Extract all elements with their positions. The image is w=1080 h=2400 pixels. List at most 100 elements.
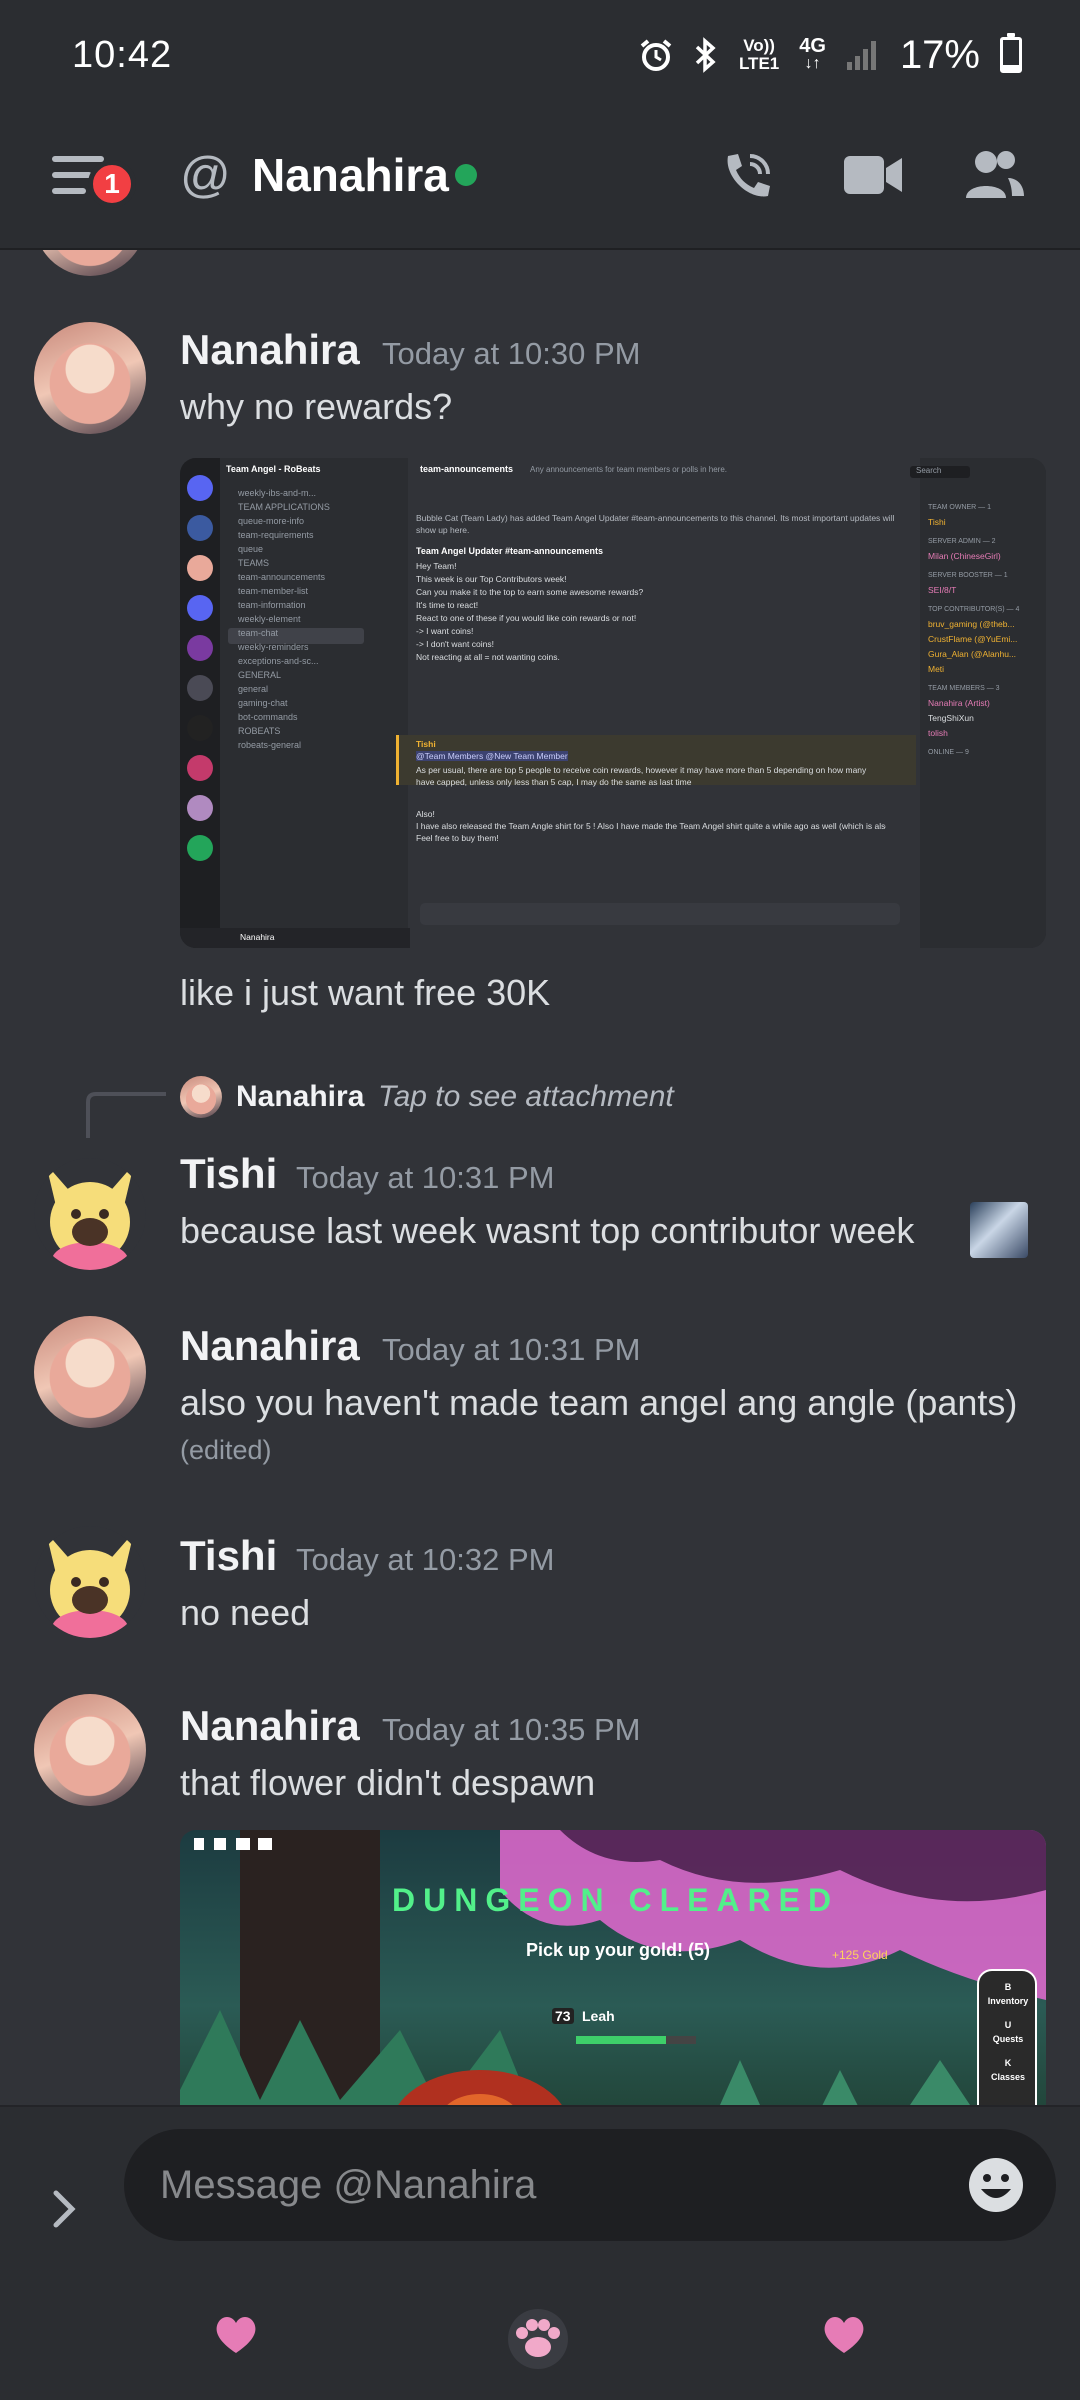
post-author: Team Angel Updater #team-announcements <box>416 546 604 556</box>
post-line: -> I don't want coins! <box>416 639 494 649</box>
channel-item: team-information <box>238 600 306 610</box>
channel-item: weekly-ibs-and-m... <box>238 488 317 498</box>
composer: Message @Nanahira <box>0 2105 1080 2305</box>
menu-key: K <box>1004 2058 1012 2068</box>
status-time: 10:42 <box>72 33 173 76</box>
member-item: SEI/8/T <box>928 585 957 595</box>
custom-emoji[interactable] <box>970 1202 1028 1258</box>
bottom-bar <box>0 2305 1080 2400</box>
post-line: Not reacting at all = not wanting coins. <box>416 652 560 662</box>
volte-indicator: Vo)) LTE1 <box>738 36 780 73</box>
online-status-dot <box>455 164 477 186</box>
member-group-header: ONLINE — 9 <box>928 749 969 756</box>
member-item: CrustFlame (@YuEmi... <box>928 634 1018 644</box>
channel-item: team-chat <box>238 628 279 638</box>
channel-item: TEAMS <box>238 558 270 568</box>
image-attachment[interactable]: DUNGEON CLEARED Pick up your gold! (5) +… <box>180 1830 1046 2105</box>
avatar[interactable] <box>34 1158 146 1270</box>
avatar[interactable] <box>34 1526 146 1638</box>
member-item: Milan (ChineseGirl) <box>928 551 1001 561</box>
message-list[interactable]: Nanahira Today at 10:30 PM why no reward… <box>0 250 1080 2105</box>
post-line: It's time to react! <box>416 600 479 610</box>
channel-item: gaming-chat <box>238 698 288 708</box>
message-text[interactable]: that flower didn't despawn <box>180 1762 595 1804</box>
message-timestamp: Today at 10:32 PM <box>296 1542 555 1577</box>
chat-header: 1 @ Nanahira <box>0 110 1080 250</box>
edited-label: (edited) <box>180 1435 272 1465</box>
member-group-header: TEAM MEMBERS — 3 <box>928 685 1000 692</box>
message-author[interactable]: Tishi <box>180 1532 277 1580</box>
message-text[interactable]: because last week wasnt top contributor … <box>180 1210 914 1252</box>
message-author[interactable]: Nanahira <box>180 326 360 374</box>
message-text[interactable]: also you haven't made team angel ang ang… <box>180 1382 1017 1424</box>
at-icon: @ <box>180 147 231 203</box>
post-line: Hey Team! <box>416 561 457 571</box>
message-timestamp: Today at 10:31 PM <box>296 1160 555 1195</box>
member-item: TengShiXun <box>928 713 974 723</box>
reply-text: As per usual, there are top 5 people to … <box>416 765 867 787</box>
channel-item: weekly-reminders <box>238 642 309 652</box>
status-icons: Vo)) LTE1 4G ↓↑ 17% <box>639 33 1022 78</box>
member-list: TEAM OWNER — 1 Tishi SERVER ADMIN — 2 Milan… <box>928 496 1044 760</box>
member-group-header: SERVER BOOSTER — 1 <box>928 572 1008 579</box>
image-attachment[interactable]: Team Angel - RoBeats team-announcements … <box>180 458 1046 948</box>
heart-icon[interactable] <box>820 2313 868 2357</box>
reply-line: Also! <box>416 809 435 819</box>
reply-mentions: @Team Members @New Team Member <box>416 751 568 761</box>
message-input[interactable]: Message @Nanahira <box>124 2129 1056 2241</box>
bluetooth-icon <box>695 37 716 73</box>
member-item: Gura_Alan (@Alanhu... <box>928 649 1017 659</box>
signal-icon <box>846 41 876 70</box>
channel-item: team-announcements <box>238 572 326 582</box>
status-bar: 10:42 Vo)) LTE1 4G ↓↑ 17% <box>0 0 1080 110</box>
reply-preview[interactable]: Tap to see attachment <box>378 1080 674 1114</box>
reply-author: Tishi <box>416 739 436 749</box>
post-line: React to one of these if you would like … <box>416 613 637 623</box>
paw-icon[interactable] <box>504 2305 572 2369</box>
chevron-right-icon[interactable] <box>52 2189 78 2229</box>
member-group-header: TOP CONTRIBUTOR(S) — 4 <box>928 606 1020 613</box>
avatar[interactable] <box>34 250 146 276</box>
message-author[interactable]: Tishi <box>180 1150 277 1198</box>
alarm-icon <box>640 39 672 71</box>
message-text[interactable]: why no rewards? <box>180 386 452 428</box>
channel-topic: Any announcements for team members or po… <box>530 465 727 474</box>
channel-item: GENERAL <box>238 670 282 680</box>
post-body: Hey Team! This week is our Top Contributo… <box>416 560 886 664</box>
emoji-icon[interactable] <box>966 2155 1026 2215</box>
post-line: This week is our Top Contributors week! <box>416 574 567 584</box>
reply-author[interactable]: Nanahira <box>236 1080 364 1114</box>
avatar[interactable] <box>34 1694 146 1806</box>
avatar[interactable] <box>34 322 146 434</box>
avatar[interactable] <box>34 1316 146 1428</box>
member-item: Nanahira (Artist) <box>928 698 990 708</box>
notification-badge: 1 <box>88 160 136 208</box>
members-icon[interactable] <box>962 148 1026 204</box>
message-text[interactable]: like i just want free 30K <box>180 972 550 1014</box>
message-author[interactable]: Nanahira <box>180 1322 360 1370</box>
message-author[interactable]: Nanahira <box>180 1702 360 1750</box>
message-timestamp: Today at 10:35 PM <box>382 1712 641 1747</box>
channel-item: robeats-general <box>238 740 302 750</box>
channel-item: queue <box>238 544 264 554</box>
message-text[interactable]: no need <box>180 1592 310 1634</box>
channel-item: general <box>238 684 269 694</box>
member-group-header: TEAM OWNER — 1 <box>928 504 992 511</box>
member-item: Tishi <box>928 517 946 527</box>
battery-percent: 17% <box>899 32 980 77</box>
heart-icon[interactable] <box>212 2313 260 2357</box>
channel-item: TEAM APPLICATIONS <box>238 502 330 512</box>
channel-item: queue-more-info <box>238 516 305 526</box>
reply-line: Feel free to buy them! <box>416 833 499 843</box>
reply-body: Also! I have also released the Team Angle… <box>416 808 886 844</box>
video-call-icon[interactable] <box>842 150 904 200</box>
reply-avatar[interactable] <box>180 1076 222 1118</box>
gold-prompt: Pick up your gold! (5) <box>526 1940 711 1960</box>
reply-line: I have also released the Team Angle shir… <box>416 821 886 831</box>
player-level: 73 <box>552 2008 574 2024</box>
pinned-message: Bubble Cat (Team Lady) has added Team An… <box>416 513 895 535</box>
player-name: Leah <box>582 2008 615 2024</box>
call-icon[interactable] <box>718 148 776 206</box>
message-timestamp: Today at 10:31 PM <box>382 1332 641 1367</box>
channel-item: bot-commands <box>238 712 298 722</box>
